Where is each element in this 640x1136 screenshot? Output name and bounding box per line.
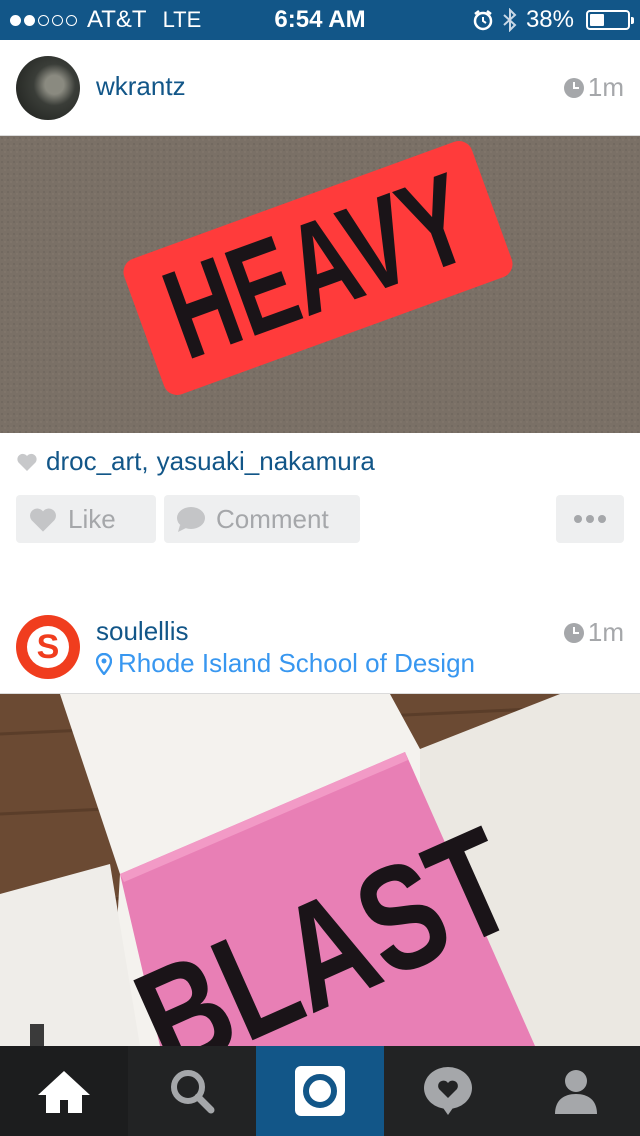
tab-home[interactable]: [0, 1046, 128, 1136]
tab-search[interactable]: [128, 1046, 256, 1136]
post-actions: Like Comment: [0, 495, 640, 543]
bluetooth-icon: [503, 8, 517, 32]
network-type: LTE: [162, 7, 202, 32]
post-header: S soulellis Rhode Island School of Desig…: [0, 600, 640, 694]
comment-button[interactable]: Comment: [164, 495, 360, 543]
location-pin-icon: [96, 652, 112, 675]
username-link[interactable]: soulellis: [96, 616, 189, 647]
search-icon: [171, 1070, 215, 1114]
camera-icon: [295, 1066, 345, 1116]
liker-link[interactable]: yasuaki_nakamura: [157, 446, 375, 477]
bottom-tab-bar: [0, 1046, 640, 1136]
post-header: wkrantz 1m: [0, 40, 640, 136]
more-options-button[interactable]: [556, 495, 624, 543]
avatar[interactable]: [16, 56, 80, 120]
home-icon: [38, 1071, 90, 1113]
tab-activity[interactable]: [384, 1046, 512, 1136]
clock-icon: [563, 622, 584, 643]
liker-link[interactable]: droc_art: [46, 446, 141, 477]
post-photo[interactable]: BLAST: [0, 694, 640, 1046]
like-button[interactable]: Like: [16, 495, 156, 543]
comment-label: Comment: [216, 503, 329, 534]
more-dots-icon: [574, 515, 582, 523]
username-link[interactable]: wkrantz: [96, 71, 186, 102]
avatar[interactable]: S: [16, 615, 80, 679]
heart-icon: [17, 453, 37, 471]
activity-heart-icon: [424, 1067, 472, 1115]
timestamp-label: 1m: [587, 72, 624, 102]
post-photo[interactable]: HEAVY: [0, 136, 640, 433]
alarm-icon: [473, 10, 493, 31]
signal-strength-icon: [10, 14, 77, 26]
status-bar: AT&T LTE 6:54 AM 38%: [0, 0, 640, 40]
likes-row: droc_art, yasuaki_nakamura: [16, 446, 375, 477]
location-link[interactable]: Rhode Island School of Design: [96, 648, 475, 679]
post-timestamp: 1m: [563, 617, 624, 648]
clock-icon: [563, 77, 584, 98]
avatar-logo: S: [27, 626, 69, 668]
like-label: Like: [68, 503, 116, 534]
battery-percent: 38%: [525, 6, 574, 33]
comment-icon: [177, 507, 205, 532]
heavy-sticker-photo: HEAVY: [0, 136, 640, 433]
profile-icon: [555, 1070, 597, 1114]
timestamp-label: 1m: [587, 617, 624, 647]
battery-icon: [586, 10, 634, 30]
post-timestamp: 1m: [563, 72, 624, 103]
carrier-name: AT&T: [87, 6, 147, 33]
location-label: Rhode Island School of Design: [118, 648, 476, 678]
heart-icon: [30, 508, 56, 532]
blast-book-photo: BLAST: [0, 694, 640, 1046]
tab-camera[interactable]: [256, 1046, 384, 1136]
tab-profile[interactable]: [512, 1046, 640, 1136]
